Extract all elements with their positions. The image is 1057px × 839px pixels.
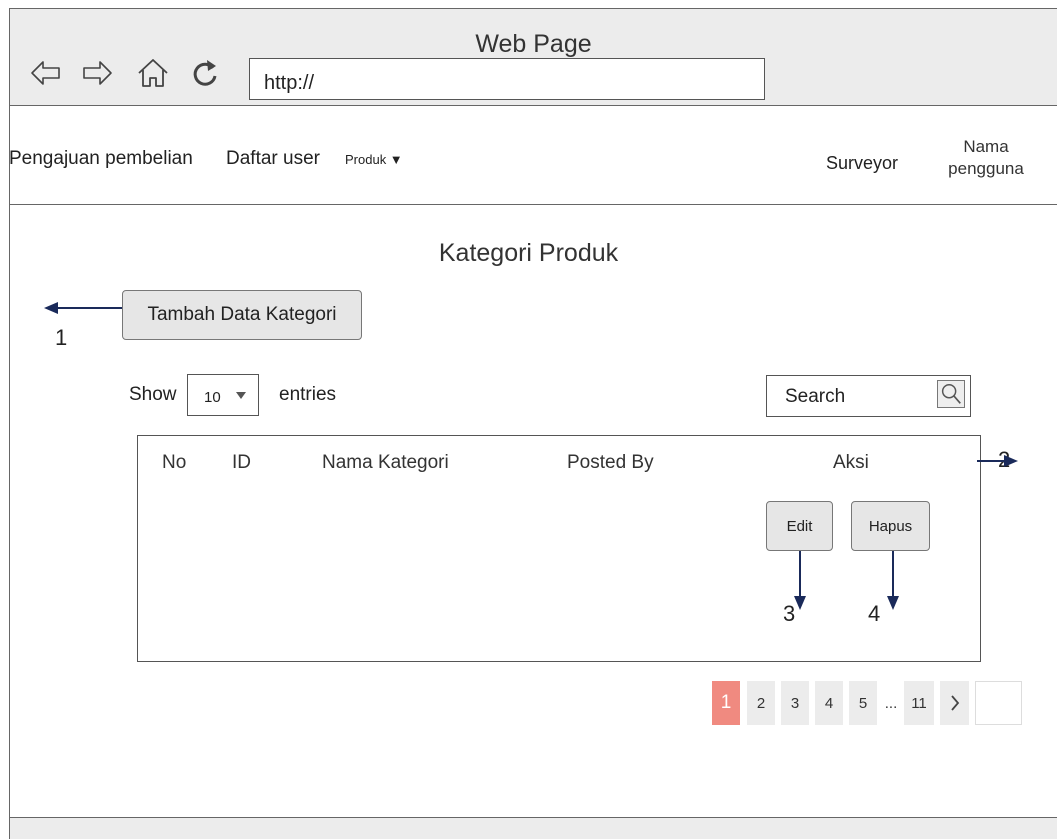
page-5[interactable]: 5: [849, 681, 877, 725]
chevron-right-icon: [950, 695, 959, 711]
page-1[interactable]: 1: [712, 681, 740, 725]
page-4[interactable]: 4: [815, 681, 843, 725]
page-ellipsis: ...: [884, 694, 898, 712]
page-2[interactable]: 2: [747, 681, 775, 725]
pagination-blank-box: [975, 681, 1022, 725]
page-3[interactable]: 3: [781, 681, 809, 725]
page-11[interactable]: 11: [904, 681, 934, 725]
bottom-bar: [9, 817, 1057, 839]
next-page-button[interactable]: [940, 681, 969, 725]
